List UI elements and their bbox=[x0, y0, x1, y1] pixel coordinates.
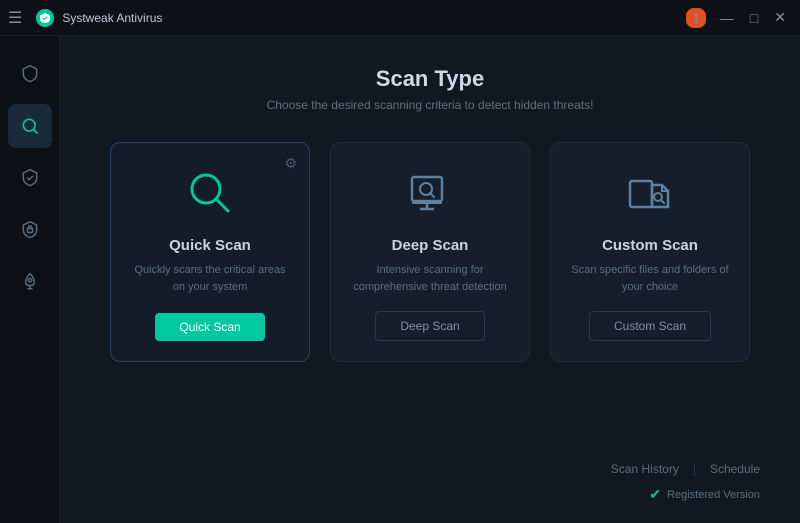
app-logo bbox=[36, 9, 54, 27]
quick-scan-icon-wrapper bbox=[180, 163, 240, 223]
custom-scan-button[interactable]: Custom Scan bbox=[589, 311, 711, 341]
sidebar-item-scan[interactable] bbox=[8, 104, 52, 148]
quick-scan-title: Quick Scan bbox=[169, 237, 251, 254]
sidebar-item-protection[interactable] bbox=[8, 156, 52, 200]
title-bar-left: ☰ Systweak Antivirus bbox=[8, 8, 162, 28]
footer-bottom: Scan History | Schedule ✔ Registered Ver… bbox=[611, 462, 760, 503]
quick-scan-description: Quickly scans the critical areas on your… bbox=[127, 262, 293, 295]
deep-scan-description: Intensive scanning for comprehensive thr… bbox=[347, 262, 513, 295]
custom-scan-description: Scan specific files and folders of your … bbox=[567, 262, 733, 295]
deep-scan-button[interactable]: Deep Scan bbox=[375, 311, 484, 341]
content-area: Scan Type Choose the desired scanning cr… bbox=[60, 36, 800, 523]
sidebar-item-vpn[interactable] bbox=[8, 208, 52, 252]
scan-cards-container: ⚙ Quick Scan Quickly scans the critical … bbox=[100, 142, 760, 450]
sidebar-item-tools[interactable] bbox=[8, 260, 52, 304]
title-bar: ☰ Systweak Antivirus 1 — □ ✕ bbox=[0, 0, 800, 36]
scan-card-deep: Deep Scan Intensive scanning for compreh… bbox=[330, 142, 530, 362]
main-layout: Scan Type Choose the desired scanning cr… bbox=[0, 36, 800, 523]
app-title: Systweak Antivirus bbox=[62, 11, 162, 25]
scan-card-custom: Custom Scan Scan specific files and fold… bbox=[550, 142, 750, 362]
registered-version: ✔ Registered Version bbox=[649, 486, 760, 503]
notification-badge[interactable]: 1 bbox=[686, 8, 706, 28]
deep-scan-icon-wrapper bbox=[400, 163, 460, 223]
sidebar-item-shield[interactable] bbox=[8, 52, 52, 96]
footer-links: Scan History | Schedule bbox=[611, 462, 760, 476]
window-controls: 1 — □ ✕ bbox=[686, 7, 792, 28]
custom-scan-title: Custom Scan bbox=[602, 237, 698, 254]
hamburger-icon[interactable]: ☰ bbox=[8, 8, 22, 28]
sidebar bbox=[0, 36, 60, 523]
deep-scan-title: Deep Scan bbox=[392, 237, 469, 254]
page-subtitle: Choose the desired scanning criteria to … bbox=[100, 98, 760, 112]
footer: Scan History | Schedule ✔ Registered Ver… bbox=[100, 450, 760, 503]
scan-history-link[interactable]: Scan History bbox=[611, 462, 679, 476]
footer-divider: | bbox=[693, 462, 696, 476]
schedule-link[interactable]: Schedule bbox=[710, 462, 760, 476]
maximize-button[interactable]: □ bbox=[744, 8, 764, 28]
quick-scan-settings-icon[interactable]: ⚙ bbox=[284, 155, 297, 172]
registered-check-icon: ✔ bbox=[649, 486, 661, 503]
close-button[interactable]: ✕ bbox=[768, 7, 792, 28]
custom-scan-icon-wrapper bbox=[620, 163, 680, 223]
page-title: Scan Type bbox=[100, 66, 760, 92]
quick-scan-button[interactable]: Quick Scan bbox=[155, 313, 264, 341]
scan-card-quick: ⚙ Quick Scan Quickly scans the critical … bbox=[110, 142, 310, 362]
registered-version-label: Registered Version bbox=[667, 489, 760, 501]
minimize-button[interactable]: — bbox=[714, 8, 740, 28]
